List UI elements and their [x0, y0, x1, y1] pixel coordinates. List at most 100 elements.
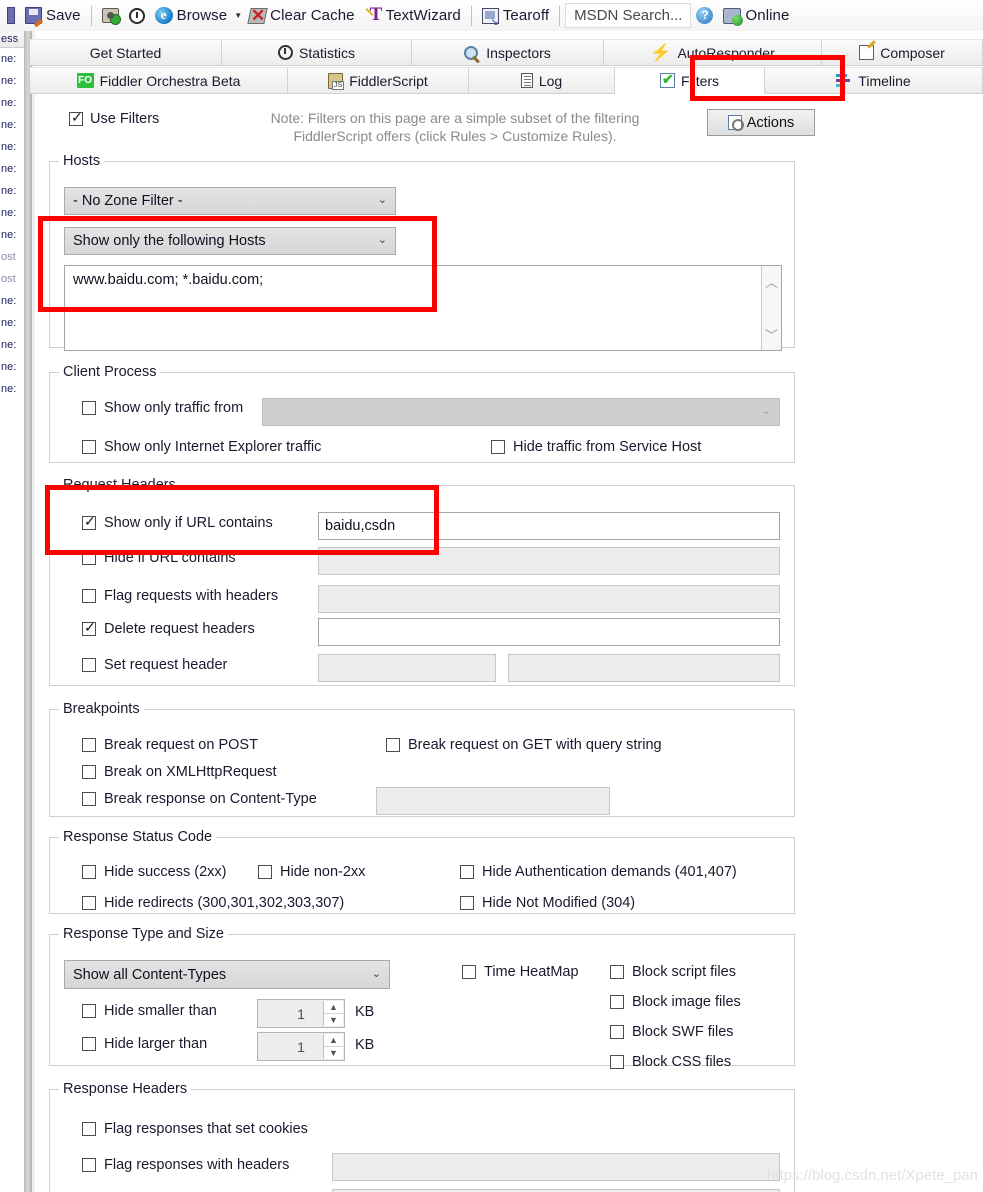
- checkbox-icon[interactable]: [82, 1037, 96, 1051]
- session-row[interactable]: ost: [0, 246, 24, 268]
- checkbox-icon[interactable]: [82, 619, 96, 636]
- flag-requests-with-headers-checkbox[interactable]: Flag requests with headers: [82, 588, 278, 604]
- checkbox-icon[interactable]: [82, 1158, 96, 1172]
- client-process-dropdown[interactable]: ⌄: [262, 398, 780, 426]
- session-list-strip[interactable]: ess ne: ne: ne: ne: ne: ne: ne: ne: ne: …: [0, 31, 24, 1192]
- session-row[interactable]: ne:: [0, 92, 24, 114]
- tab-filters[interactable]: Filters: [615, 67, 765, 94]
- block-script-files-checkbox[interactable]: Block script files: [610, 964, 736, 980]
- hide-service-host-checkbox[interactable]: Hide traffic from Service Host: [491, 439, 701, 455]
- session-row[interactable]: ne:: [0, 334, 24, 356]
- checkbox-icon[interactable]: [82, 792, 96, 806]
- checkbox-icon[interactable]: [82, 658, 96, 672]
- checkbox-icon[interactable]: [610, 995, 624, 1009]
- session-row[interactable]: ost: [0, 268, 24, 290]
- scroll-up-icon[interactable]: ︿: [762, 272, 781, 291]
- checkbox-icon[interactable]: [386, 738, 400, 752]
- hide-larger-than-checkbox[interactable]: Hide larger than: [82, 1036, 207, 1052]
- checkbox-icon[interactable]: [82, 401, 96, 415]
- show-only-traffic-from-checkbox[interactable]: Show only traffic from: [82, 400, 243, 416]
- spinner-down-icon[interactable]: ▼: [324, 1014, 343, 1026]
- msdn-search-input[interactable]: MSDN Search...: [565, 3, 692, 28]
- toolbar-item-clear-cache[interactable]: Clear Cache: [244, 2, 359, 30]
- set-request-header-value-input[interactable]: [508, 654, 780, 682]
- session-row[interactable]: ne:: [0, 180, 24, 202]
- checkbox-icon[interactable]: [82, 896, 96, 910]
- time-heatmap-checkbox[interactable]: Time HeatMap: [462, 964, 579, 980]
- toolbar-item-tearoff[interactable]: Tearoff: [477, 2, 554, 30]
- checkbox-icon[interactable]: [82, 765, 96, 779]
- hide-not-modified-checkbox[interactable]: Hide Not Modified (304): [460, 895, 635, 911]
- break-response-content-type-checkbox[interactable]: Break response on Content-Type: [82, 791, 317, 807]
- checkbox-icon[interactable]: [82, 1122, 96, 1136]
- block-swf-files-checkbox[interactable]: Block SWF files: [610, 1024, 734, 1040]
- delete-request-headers-checkbox[interactable]: Delete request headers: [82, 619, 255, 637]
- content-types-dropdown[interactable]: Show all Content-Types ⌄: [64, 960, 390, 989]
- session-row[interactable]: ne:: [0, 378, 24, 400]
- actions-button[interactable]: Actions: [707, 109, 815, 136]
- checkbox-icon[interactable]: [610, 1055, 624, 1069]
- session-row[interactable]: ne:: [0, 70, 24, 92]
- checkbox-icon[interactable]: [82, 589, 96, 603]
- checkbox-icon[interactable]: [82, 1004, 96, 1018]
- session-row[interactable]: ne:: [0, 224, 24, 246]
- spinner-buttons[interactable]: ▲ ▼: [323, 1034, 343, 1059]
- hide-larger-spinner[interactable]: 1 ▲ ▼: [257, 1032, 345, 1061]
- session-row[interactable]: ne:: [0, 202, 24, 224]
- tab-log[interactable]: Log: [469, 67, 615, 94]
- session-row[interactable]: ne:: [0, 312, 24, 334]
- checkbox-icon[interactable]: [82, 865, 96, 879]
- scroll-down-icon[interactable]: ﹀: [762, 325, 781, 344]
- checkbox-icon[interactable]: [610, 965, 624, 979]
- session-row[interactable]: ne:: [0, 114, 24, 136]
- toolbar-item-timer[interactable]: [124, 2, 150, 30]
- spinner-down-icon[interactable]: ▼: [324, 1047, 343, 1059]
- flag-responses-cookies-checkbox[interactable]: Flag responses that set cookies: [82, 1121, 308, 1137]
- checkbox-icon[interactable]: [82, 440, 96, 454]
- show-only-url-contains-checkbox[interactable]: Show only if URL contains: [82, 513, 273, 531]
- break-request-post-checkbox[interactable]: Break request on POST: [82, 737, 258, 753]
- checkbox-icon[interactable]: [82, 513, 96, 530]
- hide-if-url-contains-checkbox[interactable]: Hide if URL contains: [82, 550, 236, 566]
- block-css-files-checkbox[interactable]: Block CSS files: [610, 1054, 731, 1070]
- hosts-scrollbar[interactable]: ︿ ﹀: [761, 266, 781, 350]
- session-row[interactable]: ne:: [0, 136, 24, 158]
- hide-url-input[interactable]: [318, 547, 780, 575]
- toolbar-item-browse[interactable]: e Browse: [150, 2, 233, 30]
- checkbox-icon[interactable]: [82, 551, 96, 565]
- set-request-header-name-input[interactable]: [318, 654, 496, 682]
- break-request-get-checkbox[interactable]: Break request on GET with query string: [386, 737, 662, 753]
- hide-redirects-checkbox[interactable]: Hide redirects (300,301,302,303,307): [82, 895, 344, 911]
- tab-fiddlerscript[interactable]: FiddlerScript: [288, 67, 469, 94]
- tab-inspectors[interactable]: Inspectors: [412, 39, 604, 66]
- checkbox-icon[interactable]: [610, 1025, 624, 1039]
- toolbar-item-save[interactable]: Save: [20, 2, 86, 30]
- hide-success-checkbox[interactable]: Hide success (2xx): [82, 864, 226, 880]
- toolbar-item-screenshot[interactable]: [97, 2, 124, 30]
- set-request-header-checkbox[interactable]: Set request header: [82, 657, 227, 673]
- chevron-down-icon[interactable]: ▼: [234, 11, 242, 20]
- checkbox-icon[interactable]: [462, 965, 476, 979]
- spinner-buttons[interactable]: ▲ ▼: [323, 1001, 343, 1026]
- hide-auth-demands-checkbox[interactable]: Hide Authentication demands (401,407): [460, 864, 737, 880]
- spinner-up-icon[interactable]: ▲: [324, 1034, 343, 1047]
- checkbox-icon[interactable]: [82, 738, 96, 752]
- zone-filter-dropdown[interactable]: - No Zone Filter - ⌄: [64, 187, 396, 215]
- flag-requests-input[interactable]: [318, 585, 780, 613]
- break-xhr-checkbox[interactable]: Break on XMLHttpRequest: [82, 764, 276, 780]
- hosts-textarea[interactable]: www.baidu.com; *.baidu.com; ︿ ﹀: [64, 265, 782, 351]
- session-row[interactable]: ne:: [0, 158, 24, 180]
- checkbox-icon[interactable]: [491, 440, 505, 454]
- toolbar-item-textwizard[interactable]: TextWizard: [360, 2, 466, 30]
- tab-autoresponder[interactable]: ⚡ AutoResponder: [604, 39, 822, 66]
- tab-fiddler-orchestra[interactable]: FO Fiddler Orchestra Beta: [30, 67, 288, 94]
- session-row[interactable]: ne:: [0, 290, 24, 312]
- session-row[interactable]: ne:: [0, 356, 24, 378]
- checkbox-icon[interactable]: [258, 865, 272, 879]
- checkbox-icon[interactable]: [460, 865, 474, 879]
- toolbar-item-online[interactable]: Online: [718, 2, 794, 30]
- show-only-ie-traffic-checkbox[interactable]: Show only Internet Explorer traffic: [82, 439, 321, 455]
- checkbox-icon[interactable]: [460, 896, 474, 910]
- toolbar-item-help[interactable]: ?: [691, 2, 718, 30]
- block-image-files-checkbox[interactable]: Block image files: [610, 994, 741, 1010]
